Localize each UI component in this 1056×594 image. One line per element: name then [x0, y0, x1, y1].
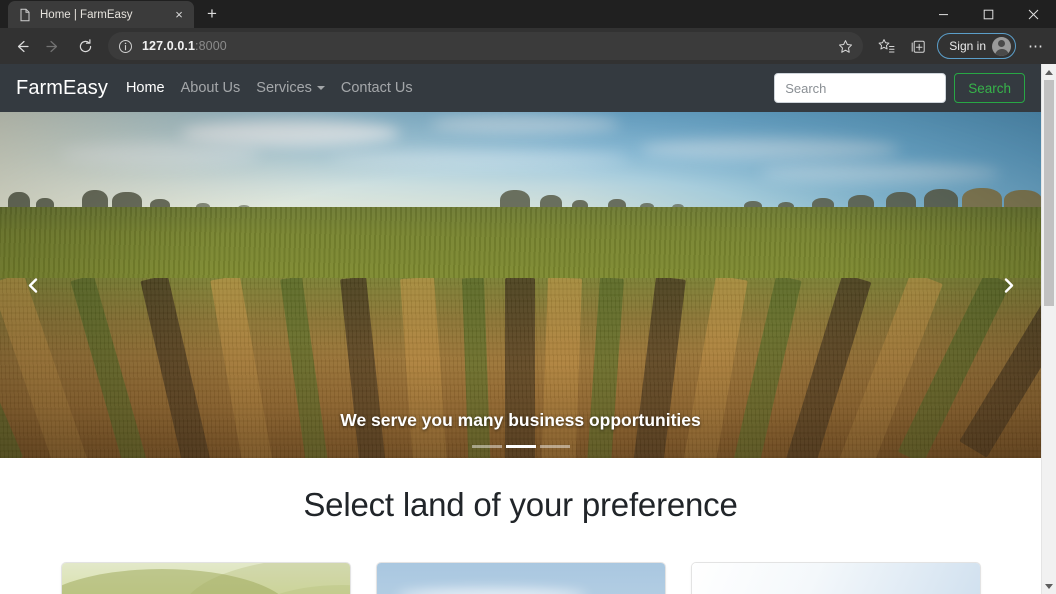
land-card-1-image [61, 563, 350, 594]
tab-title: Home | FarmEasy [40, 8, 133, 21]
carousel-prev-button[interactable] [0, 112, 66, 458]
carousel-slide-farm-field [0, 112, 1041, 458]
page-title: Select land of your preference [303, 486, 738, 523]
nav-item-services-label: Services [256, 80, 312, 96]
info-icon[interactable] [118, 39, 133, 54]
browser-window: Home | FarmEasy × + 127.0.0.1:8000 Sign … [0, 0, 1056, 594]
back-arrow-icon[interactable] [6, 32, 36, 60]
browser-tab[interactable]: Home | FarmEasy × [8, 1, 194, 28]
hero-carousel: We serve you many business opportunities [0, 112, 1041, 458]
sign-in-label: Sign in [949, 39, 986, 53]
chevron-left-icon [25, 277, 42, 294]
nav-search-group: Search [774, 73, 1025, 103]
close-icon[interactable] [1011, 0, 1056, 28]
nav-links: Home About Us Services Contact Us [126, 80, 413, 96]
carousel-indicator-3[interactable] [539, 445, 570, 448]
star-icon[interactable] [833, 34, 857, 58]
carousel-indicators [0, 445, 1041, 448]
page-icon [18, 8, 32, 22]
scroll-down-icon[interactable] [1042, 578, 1056, 594]
land-card-3-image [691, 563, 980, 594]
url-host: 127.0.0.1 [142, 39, 196, 53]
maximize-icon[interactable] [966, 0, 1011, 28]
nav-item-about-us[interactable]: About Us [181, 80, 241, 96]
search-input[interactable] [774, 73, 947, 103]
carousel-caption-text: We serve you many business opportunities [340, 410, 701, 430]
image-vignette [0, 112, 1041, 458]
page-viewport: FarmEasy Home About Us Services Contact … [0, 64, 1056, 594]
collections-icon[interactable] [903, 32, 933, 60]
scrollbar-thumb[interactable] [1044, 80, 1054, 306]
browser-toolbar: 127.0.0.1:8000 Sign in ⋯ [0, 28, 1056, 64]
land-card-2-image [376, 563, 665, 594]
search-button[interactable]: Search [954, 73, 1025, 103]
settings-and-more-button[interactable]: ⋯ [1022, 32, 1050, 60]
minimize-icon[interactable] [921, 0, 966, 28]
new-tab-button[interactable]: + [198, 1, 226, 27]
close-icon[interactable]: × [170, 6, 188, 24]
toolbar-right-group: Sign in ⋯ [871, 32, 1050, 60]
carousel-caption: We serve you many business opportunities [0, 410, 1041, 448]
page-content: FarmEasy Home About Us Services Contact … [0, 64, 1041, 594]
chevron-right-icon [1000, 277, 1017, 294]
window-controls [921, 0, 1056, 28]
sign-in-button[interactable]: Sign in [937, 33, 1016, 59]
land-card-3[interactable] [690, 562, 981, 594]
carousel-indicator-1[interactable] [471, 445, 502, 448]
nav-item-contact-us[interactable]: Contact Us [341, 80, 413, 96]
page-scrollbar[interactable] [1041, 64, 1056, 594]
scroll-up-icon[interactable] [1042, 64, 1056, 80]
account-avatar[interactable] [992, 36, 1011, 56]
land-selection-section: Select land of your preference [0, 458, 1041, 594]
site-navbar: FarmEasy Home About Us Services Contact … [0, 64, 1041, 112]
browser-titlebar: Home | FarmEasy × + [0, 0, 1056, 28]
chevron-down-icon [316, 86, 325, 90]
nav-item-home[interactable]: Home [126, 80, 165, 96]
url-port: :8000 [195, 39, 227, 53]
forward-arrow-icon[interactable] [38, 32, 68, 60]
carousel-next-button[interactable] [975, 112, 1041, 458]
land-card-list [0, 562, 1041, 594]
url-text[interactable]: 127.0.0.1:8000 [142, 39, 824, 53]
land-card-1[interactable] [60, 562, 351, 594]
site-brand[interactable]: FarmEasy [16, 77, 108, 100]
land-card-2[interactable] [375, 562, 666, 594]
carousel-indicator-2[interactable] [505, 445, 536, 448]
nav-item-services[interactable]: Services [256, 80, 325, 96]
star-list-icon[interactable] [871, 32, 901, 60]
address-bar[interactable]: 127.0.0.1:8000 [108, 32, 864, 60]
refresh-icon[interactable] [70, 32, 100, 60]
